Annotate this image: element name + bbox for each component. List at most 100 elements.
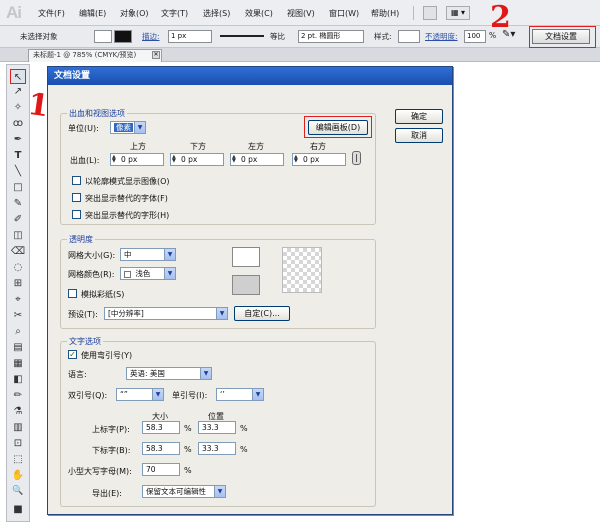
export-select[interactable]: 保留文本可编辑性 ▼ [142, 485, 226, 498]
preset-select[interactable]: [中分辨率] ▼ [104, 307, 228, 320]
grid-color-swatch-white[interactable] [232, 247, 260, 267]
bleed-bottom-field[interactable]: ▲ ▼ 0 px [170, 153, 224, 166]
menu-view[interactable]: 视图(V) [287, 8, 315, 19]
rectangle-tool-icon[interactable]: □ [10, 180, 26, 195]
simulate-paper-label: 模拟彩纸(S) [81, 290, 125, 299]
menu-window[interactable]: 窗口(W) [329, 8, 359, 19]
blend-tool-icon[interactable]: ⚗ [10, 404, 26, 419]
spinner-icon[interactable]: ▲ ▼ [232, 155, 238, 164]
double-quotes-select[interactable]: “” ▼ [116, 388, 164, 401]
brush-definition-select[interactable]: 2 pt. 椭圆形 [298, 30, 364, 43]
selection-tool-icon[interactable]: ↖ [10, 69, 26, 84]
close-icon[interactable]: ✕ [152, 51, 160, 59]
subscript-size-field[interactable]: 58.3 [142, 442, 180, 455]
subscript-position-field[interactable]: 33.3 [198, 442, 236, 455]
scale-tool-icon[interactable]: ⊞ [10, 276, 26, 291]
preset-label: 预设(T): [68, 310, 98, 319]
percent-label: % [184, 424, 192, 433]
fill-swatch[interactable] [94, 30, 112, 43]
bleed-top-field[interactable]: ▲ ▼ 0 px [110, 153, 164, 166]
chevron-down-icon: ▼ [214, 486, 225, 497]
document-setup-dialog: 文档设置 确定 取消 出血和视图选项 单位(U): 像素 ▼ 编辑画板(D) 上… [47, 66, 453, 515]
shape-builder-tool-icon[interactable]: ⌕ [10, 324, 26, 339]
arrange-documents-button[interactable]: ▦ ▾ [446, 6, 470, 20]
column-graph-tool-icon[interactable]: ⊡ [10, 436, 26, 451]
menu-edit[interactable]: 编辑(E) [79, 8, 106, 19]
free-transform-tool-icon[interactable]: ✂ [10, 308, 26, 323]
stroke-swatch[interactable] [114, 30, 132, 43]
language-select[interactable]: 英语: 美国 ▼ [126, 367, 212, 380]
mesh-tool-icon[interactable]: ▦ [10, 356, 26, 371]
rotate-tool-icon[interactable]: ◌ [10, 260, 26, 275]
double-quotes-label: 双引号(Q): [68, 391, 108, 400]
pen-tool-icon[interactable]: ✒ [10, 132, 26, 147]
smallcaps-field[interactable]: 70 [142, 463, 180, 476]
profile-label[interactable]: 等比 [270, 31, 285, 42]
grid-color-select[interactable]: 浅色 ▼ [120, 267, 176, 280]
cancel-button[interactable]: 取消 [395, 128, 443, 143]
bridge-icon[interactable] [423, 6, 437, 20]
spinner-icon[interactable]: ▲ ▼ [112, 155, 118, 164]
custom-button[interactable]: 自定(C)... [234, 306, 290, 321]
grid-color-swatch [124, 270, 131, 278]
gradient-tool-icon[interactable]: ◧ [10, 372, 26, 387]
single-quotes-select[interactable]: ‘’ ▼ [216, 388, 264, 401]
paintbrush-tool-icon[interactable]: ✎ [10, 196, 26, 211]
bleed-right-field[interactable]: ▲ ▼ 0 px [292, 153, 346, 166]
highlight-fonts-label: 突出显示替代的字体(F) [85, 194, 168, 203]
warp-tool-icon[interactable]: ⌖ [10, 292, 26, 307]
bleed-right-header: 右方 [310, 142, 326, 151]
graphic-style-select[interactable] [398, 30, 420, 43]
stroke-line-preview [220, 35, 264, 37]
spinner-icon[interactable]: ▲ ▼ [294, 155, 300, 164]
zoom-tool-icon[interactable]: 🔍 [10, 484, 26, 499]
highlight-glyphs-checkbox[interactable] [72, 210, 81, 219]
ok-button[interactable]: 确定 [395, 109, 443, 124]
highlight-docsetup [529, 26, 596, 48]
document-tab[interactable]: 未标题-1 @ 785% (CMYK/预览) [28, 49, 162, 62]
simulate-paper-checkbox[interactable] [68, 289, 77, 298]
chevron-down-icon: ▼ [134, 122, 145, 133]
magic-wand-tool-icon[interactable]: ✧ [10, 100, 26, 115]
blob-brush-tool-icon[interactable]: ◫ [10, 228, 26, 243]
menu-file[interactable]: 文件(F) [38, 8, 65, 19]
fill-stroke-icon[interactable]: ■ [10, 502, 26, 517]
typographers-quotes-checkbox[interactable]: ✓ [68, 350, 77, 359]
line-tool-icon[interactable]: ╲ [10, 164, 26, 179]
hand-tool-icon[interactable]: ✋ [10, 468, 26, 483]
opacity-field[interactable]: 100 [464, 30, 486, 43]
bleed-bottom-header: 下方 [190, 142, 206, 151]
menu-select[interactable]: 选择(S) [203, 8, 230, 19]
outline-mode-checkbox[interactable] [72, 176, 81, 185]
eraser-tool-icon[interactable]: ⌫ [10, 244, 26, 259]
lasso-tool-icon[interactable]: ꝏ [10, 116, 26, 131]
menu-effect[interactable]: 效果(C) [245, 8, 273, 19]
subscript-label: 下标字(B): [92, 446, 131, 455]
type-tool-icon[interactable]: T [10, 148, 26, 163]
direct-selection-tool-icon[interactable]: ↗ [10, 84, 26, 99]
annotation-2: 2 [490, 0, 511, 35]
link-chain-icon[interactable] [352, 151, 361, 165]
superscript-size-field[interactable]: 58.3 [142, 421, 180, 434]
menu-help[interactable]: 帮助(H) [371, 8, 399, 19]
grid-color-swatch-gray[interactable] [232, 275, 260, 295]
superscript-position-field[interactable]: 33.3 [198, 421, 236, 434]
perspective-grid-tool-icon[interactable]: ▤ [10, 340, 26, 355]
eyedropper-tool-icon[interactable]: ✏ [10, 388, 26, 403]
symbol-sprayer-tool-icon[interactable]: ▥ [10, 420, 26, 435]
stroke-weight-field[interactable]: 1 px [168, 30, 212, 43]
menu-object[interactable]: 对象(O) [120, 8, 149, 19]
grid-size-select[interactable]: 中 ▼ [120, 248, 176, 261]
pencil-tool-icon[interactable]: ✐ [10, 212, 26, 227]
dialog-title: 文档设置 [48, 67, 452, 85]
menu-type[interactable]: 文字(T) [161, 8, 188, 19]
stroke-link[interactable]: 描边: [142, 31, 160, 42]
bleed-left-field[interactable]: ▲ ▼ 0 px [230, 153, 284, 166]
highlight-fonts-checkbox[interactable] [72, 193, 81, 202]
opacity-link[interactable]: 不透明度: [425, 31, 458, 42]
transparency-group-title: 透明度 [67, 234, 95, 245]
unit-select[interactable]: 像素 ▼ [110, 121, 146, 134]
spinner-icon[interactable]: ▲ ▼ [172, 155, 178, 164]
artboard-tool-icon[interactable]: ⬚ [10, 452, 26, 467]
bleed-right-value: 0 px [303, 155, 320, 164]
